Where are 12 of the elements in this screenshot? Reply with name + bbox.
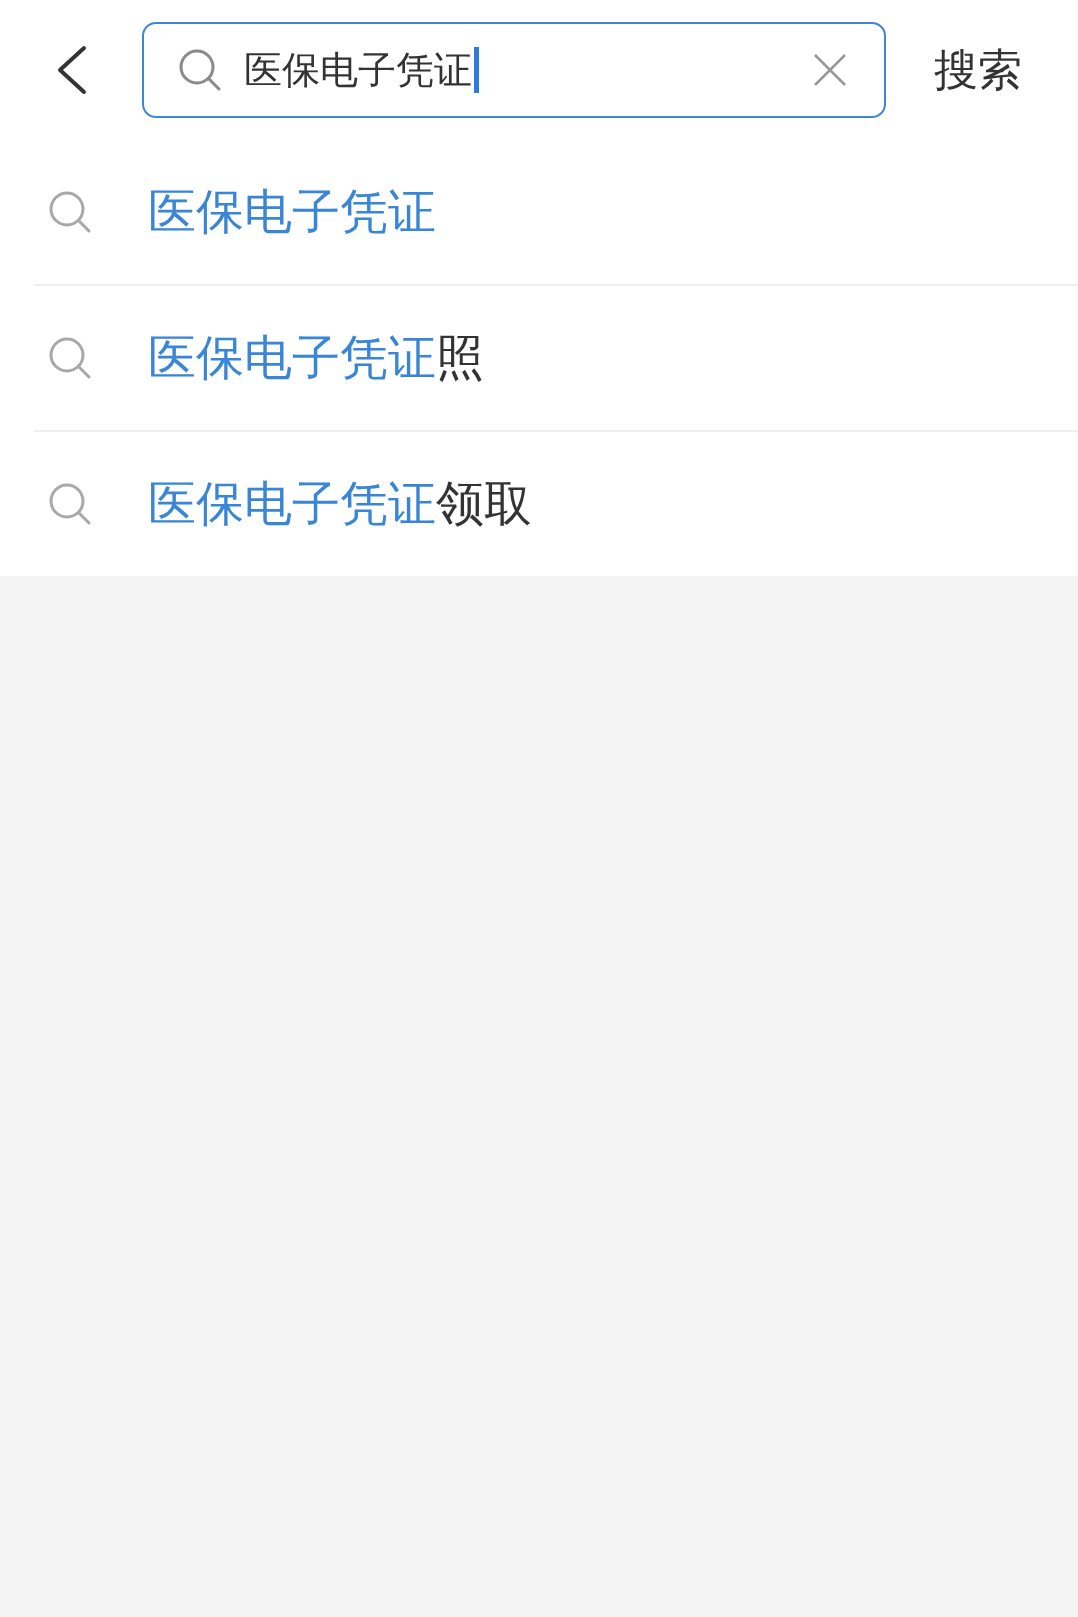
suggestion-item[interactable]: 医保电子凭证 — [34, 140, 1078, 284]
search-icon — [48, 482, 92, 526]
search-icon — [48, 336, 92, 380]
search-field[interactable]: 医保电子凭证 — [142, 22, 886, 118]
search-icon — [48, 190, 92, 234]
clear-button[interactable] — [812, 52, 848, 88]
search-button[interactable]: 搜索 — [934, 40, 1022, 100]
text-caret — [474, 47, 479, 93]
search-text: 医保电子凭证 — [244, 46, 472, 94]
suggestion-item[interactable]: 医保电子凭证领取 — [34, 430, 1078, 576]
suggestion-item[interactable]: 医保电子凭证照 — [34, 284, 1078, 430]
search-icon — [178, 48, 222, 92]
